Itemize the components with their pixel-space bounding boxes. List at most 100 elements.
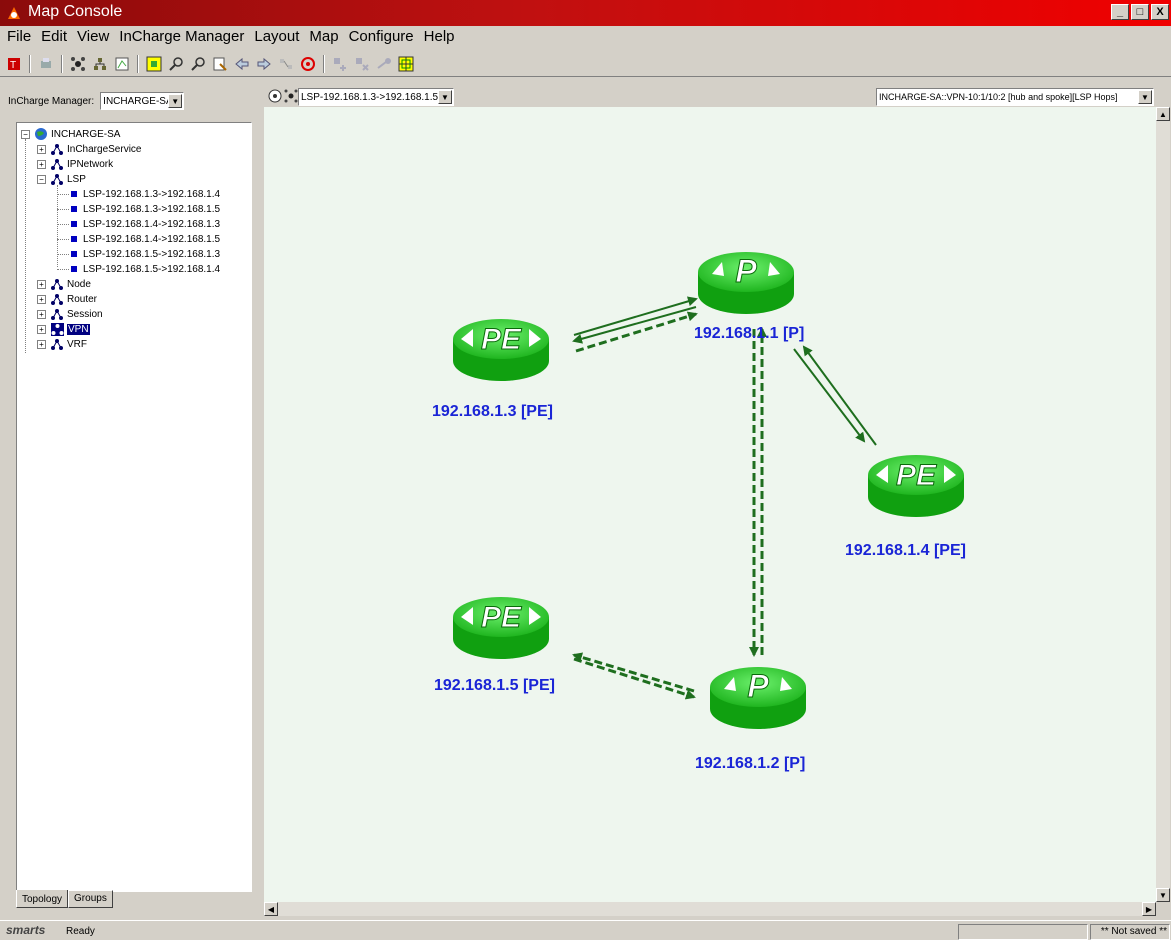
tree-item-inchargeservice[interactable]: + InChargeService [37,142,141,156]
print-icon[interactable] [36,54,56,74]
tree-item-ipnetwork[interactable]: + IPNetwork [37,157,113,171]
tree-item-vrf[interactable]: + VRF [37,337,87,351]
back-icon[interactable] [232,54,252,74]
chevron-down-icon[interactable]: ▼ [438,90,452,104]
topology-small-icon[interactable] [284,89,298,106]
topology-map: P PE PE PE P [453,252,964,729]
open-manager-icon[interactable]: T [4,54,24,74]
link-line[interactable] [802,345,877,446]
menu-file[interactable]: File [2,27,36,49]
tree-item-session[interactable]: + Session [37,307,103,321]
menu-help[interactable]: Help [419,27,460,49]
topology-icon[interactable] [68,54,88,74]
node-label-pe5[interactable]: 192.168.1.5 [PE] [434,677,555,695]
map-canvas[interactable]: P PE PE PE P 192.168.1.1 [P] 192.168.1.3… [264,107,1156,902]
status-cell [958,924,1088,940]
tab-groups[interactable]: Groups [68,890,113,908]
forward-icon[interactable] [254,54,274,74]
toolbar-separator [137,54,139,73]
horizontal-scrollbar[interactable]: ◀ ▶ [264,902,1156,916]
tab-topology[interactable]: Topology [16,890,69,908]
target-icon[interactable] [298,54,318,74]
tree-item-lsp-child[interactable]: LSP-192.168.1.4->192.168.1.3 [57,217,220,231]
expand-icon[interactable]: + [37,339,46,349]
router-pe-icon[interactable]: PE [453,597,549,659]
expand-icon[interactable]: + [37,294,46,304]
chevron-down-icon[interactable]: ▼ [168,94,183,108]
lsp-hop-line[interactable] [575,311,698,353]
menu-map[interactable]: Map [304,27,343,49]
tree-item-lsp-child[interactable]: LSP-192.168.1.3->192.168.1.5 [57,202,220,216]
map-console-window: Map Console _ □ X File Edit View InCharg… [0,0,1171,940]
node-label-pe3[interactable]: 192.168.1.3 [PE] [432,403,553,421]
connect-icon[interactable] [374,54,394,74]
close-button[interactable]: X [1151,4,1169,20]
expand-icon[interactable]: + [37,159,46,169]
add-node-icon[interactable] [330,54,350,74]
router-p-icon[interactable]: P [710,667,806,729]
remove-node-icon[interactable] [352,54,372,74]
collapse-icon[interactable]: − [37,174,46,184]
scroll-down-icon[interactable]: ▼ [1156,888,1170,902]
properties-icon[interactable] [210,54,230,74]
zoom-in-icon[interactable] [166,54,186,74]
collapse-icon[interactable]: − [21,129,30,139]
hierarchy-icon[interactable] [90,54,110,74]
view-select[interactable]: INCHARGE-SA::VPN-10:1/10:2 [hub and spok… [876,88,1154,106]
save-status: ** Not saved ** [1090,924,1170,940]
svg-text:P: P [747,668,769,704]
menu-edit[interactable]: Edit [36,27,72,49]
link-line[interactable] [793,348,866,443]
tree-item-lsp-child[interactable]: LSP-192.168.1.3->192.168.1.4 [57,187,220,201]
menu-layout[interactable]: Layout [249,27,304,49]
manager-select[interactable]: INCHARGE-SA ▼ [100,92,185,110]
scroll-left-icon[interactable]: ◀ [264,902,278,916]
tree-item-lsp-child[interactable]: LSP-192.168.1.5->192.168.1.3 [57,247,220,261]
tree-item-label: LSP-192.168.1.5->192.168.1.4 [83,263,221,275]
grid-icon[interactable] [396,54,416,74]
expand-icon[interactable]: + [37,324,46,334]
tree-item-node[interactable]: + Node [37,277,91,291]
tree-root[interactable]: − INCHARGE-SA [21,127,120,141]
tree-item-router[interactable]: + Router [37,292,97,306]
router-p-icon[interactable]: P [698,252,794,314]
toolbar-separator [323,54,325,73]
tree-root-label: INCHARGE-SA [51,128,121,140]
tree-item-lsp-child[interactable]: LSP-192.168.1.5->192.168.1.4 [57,262,220,276]
node-label-p1[interactable]: 192.168.1.1 [P] [694,325,804,343]
node-label-p2[interactable]: 192.168.1.2 [P] [695,755,805,773]
tree-item-lsp[interactable]: − LSP [37,172,86,186]
scroll-up-icon[interactable]: ▲ [1156,107,1170,121]
link-line[interactable] [572,306,697,344]
lsp-hop-line[interactable] [572,652,695,693]
tree-item-lsp-child[interactable]: LSP-192.168.1.4->192.168.1.5 [57,232,220,246]
router-pe-icon[interactable]: PE [868,455,964,517]
map-mode-icon[interactable] [268,89,282,106]
fit-icon[interactable] [144,54,164,74]
menu-incharge-manager[interactable]: InCharge Manager [114,27,249,49]
link-line[interactable] [573,296,698,336]
zoom-out-icon[interactable] [188,54,208,74]
expand-icon[interactable]: + [37,309,46,319]
svg-text:T: T [10,60,16,71]
map-icon[interactable] [112,54,132,74]
lsp-hop-line[interactable] [573,657,696,700]
lsp-icon [71,206,77,212]
expand-icon[interactable]: + [37,144,46,154]
maximize-button[interactable]: □ [1131,4,1149,20]
expand-icon[interactable]: + [37,279,46,289]
title-bar[interactable]: Map Console _ □ X [0,0,1171,26]
node-label-pe4[interactable]: 192.168.1.4 [PE] [845,542,966,560]
chevron-down-icon[interactable]: ▼ [1138,90,1152,104]
router-pe-icon[interactable]: PE [453,319,549,381]
layout-icon[interactable] [276,54,296,74]
menu-configure[interactable]: Configure [344,27,419,49]
scroll-right-icon[interactable]: ▶ [1142,902,1156,916]
menu-view[interactable]: View [72,27,114,49]
toolbar-separator [29,54,31,73]
status-text: Ready [66,926,95,937]
vertical-scrollbar[interactable]: ▲ ▼ [1156,107,1170,902]
minimize-button[interactable]: _ [1111,4,1129,20]
tree-item-vpn[interactable]: + VPN [37,322,90,336]
lsp-select[interactable]: LSP-192.168.1.3->192.168.1.5 ▼ [298,88,454,106]
